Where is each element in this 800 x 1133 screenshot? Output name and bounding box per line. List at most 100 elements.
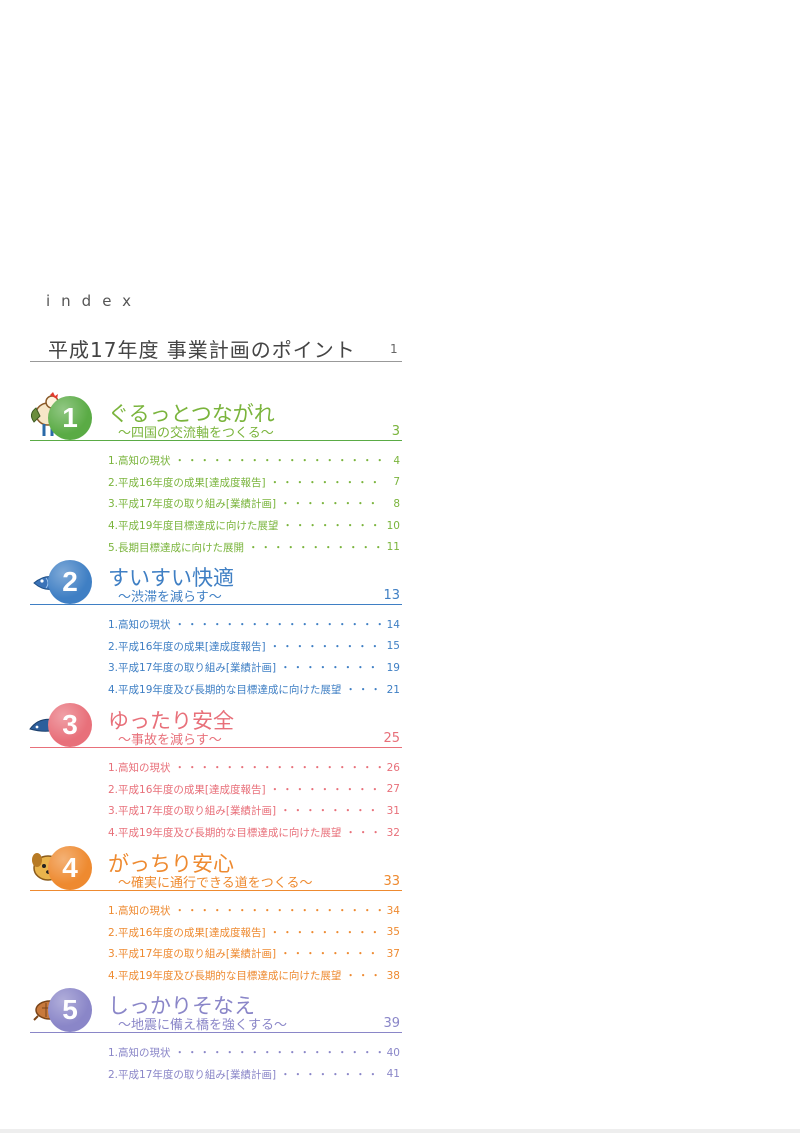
chapter-page-number: 25 [383,731,400,746]
chapter-number-badge: 1 [48,396,92,440]
chapter-page-number: 13 [383,588,400,603]
toc-item[interactable]: 1.高知の現状・・・・・・・・・・・・・・・・・・・・・・・・・・・・・・・・・… [108,757,400,779]
toc-item-page-number: 37 [386,947,400,960]
toc-item-page-number: 32 [386,826,400,839]
toc-item[interactable]: 1.高知の現状・・・・・・・・・・・・・・・・・・・・・・・・・・・・・・・・・… [108,450,400,472]
index-label: index [46,292,143,310]
toc-item-label: 3.平成17年度の取り組み[業績計画] [108,948,277,961]
toc-item[interactable]: 4.平成19年度及び長期的な目標達成に向けた展望・・・・・・・・・・・・・・・・… [108,965,400,987]
chapter-number-badge: 5 [48,988,92,1032]
chapter-number-badge: 3 [48,703,92,747]
toc-item-label: 2.平成16年度の成果[達成度報告] [108,926,266,939]
main-page-number: 1 [390,342,398,356]
toc-item[interactable]: 2.平成17年度の取り組み[業績計画]・・・・・・・・・・・・・・・・・・・・・… [108,1064,400,1086]
toc-item-page-number: 41 [386,1068,400,1081]
toc-item[interactable]: 5.長期目標達成に向けた展開・・・・・・・・・・・・・・・・・・・・・・・・・・… [108,536,400,558]
toc-item[interactable]: 2.平成16年度の成果[達成度報告]・・・・・・・・・・・・・・・・・・・・・・… [108,636,400,658]
chapter-subtitle: 〜確実に通行できる道をつくる〜 [118,876,313,891]
toc-item-label: 1.高知の現状 [108,619,171,632]
chapter-divider [30,440,402,441]
toc-item[interactable]: 4.平成19年度及び長期的な目標達成に向けた展望・・・・・・・・・・・・・・・・… [108,822,400,844]
toc-item-label: 4.平成19年度及び長期的な目標達成に向けた展望 [108,970,342,983]
toc-leader-dots: ・・・・・・・・・・・・・・・・・・・・・・・・・・・・・・・・・・・・・・・・… [345,684,382,697]
chapter-item-list: 1.高知の現状・・・・・・・・・・・・・・・・・・・・・・・・・・・・・・・・・… [108,614,400,700]
toc-item[interactable]: 3.平成17年度の取り組み[業績計画]・・・・・・・・・・・・・・・・・・・・・… [108,657,400,679]
toc-leader-dots: ・・・・・・・・・・・・・・・・・・・・・・・・・・・・・・・・・・・・・・・・… [280,498,382,511]
toc-item-page-number: 31 [386,804,400,817]
toc-leader-dots: ・・・・・・・・・・・・・・・・・・・・・・・・・・・・・・・・・・・・・・・・… [345,827,382,840]
toc-item[interactable]: 2.平成16年度の成果[達成度報告]・・・・・・・・・・・・・・・・・・・・・・… [108,922,400,944]
toc-item-page-number: 26 [386,761,400,774]
toc-item-page-number: 7 [393,476,400,489]
toc-leader-dots: ・・・・・・・・・・・・・・・・・・・・・・・・・・・・・・・・・・・・・・・・… [174,1047,382,1060]
chapter-page-number: 33 [383,874,400,889]
toc-item-label: 4.平成19年度及び長期的な目標達成に向けた展望 [108,684,342,697]
toc-item-label: 4.平成19年度及び長期的な目標達成に向けた展望 [108,827,342,840]
toc-item-page-number: 27 [386,783,400,796]
toc-leader-dots: ・・・・・・・・・・・・・・・・・・・・・・・・・・・・・・・・・・・・・・・・… [174,905,382,918]
toc-item-label: 1.高知の現状 [108,762,171,775]
toc-item[interactable]: 1.高知の現状・・・・・・・・・・・・・・・・・・・・・・・・・・・・・・・・・… [108,900,400,922]
toc-item-label: 2.平成16年度の成果[達成度報告] [108,640,266,653]
toc-item[interactable]: 4.平成19年度及び長期的な目標達成に向けた展望・・・・・・・・・・・・・・・・… [108,679,400,701]
chapter-page-number: 3 [391,424,400,439]
toc-item[interactable]: 1.高知の現状・・・・・・・・・・・・・・・・・・・・・・・・・・・・・・・・・… [108,1042,400,1064]
chapter-item-list: 1.高知の現状・・・・・・・・・・・・・・・・・・・・・・・・・・・・・・・・・… [108,757,400,843]
toc-item-page-number: 4 [393,454,400,467]
toc-leader-dots: ・・・・・・・・・・・・・・・・・・・・・・・・・・・・・・・・・・・・・・・・… [269,926,382,939]
chapter-number-badge: 2 [48,560,92,604]
toc-item-label: 4.平成19年度目標達成に向けた展望 [108,520,279,533]
toc-item-page-number: 14 [386,618,400,631]
chapter-divider [30,604,402,605]
toc-item-label: 5.長期目標達成に向けた展開 [108,541,245,554]
toc-leader-dots: ・・・・・・・・・・・・・・・・・・・・・・・・・・・・・・・・・・・・・・・・… [280,662,382,675]
toc-item-label: 3.平成17年度の取り組み[業績計画] [108,498,277,511]
toc-leader-dots: ・・・・・・・・・・・・・・・・・・・・・・・・・・・・・・・・・・・・・・・・… [269,476,382,489]
toc-leader-dots: ・・・・・・・・・・・・・・・・・・・・・・・・・・・・・・・・・・・・・・・・… [174,762,382,775]
toc-item[interactable]: 4.平成19年度目標達成に向けた展望・・・・・・・・・・・・・・・・・・・・・・… [108,515,400,537]
toc-item[interactable]: 3.平成17年度の取り組み[業績計画]・・・・・・・・・・・・・・・・・・・・・… [108,943,400,965]
chapter-divider [30,1032,402,1033]
chapter-subtitle: 〜事故を減らす〜 [118,733,222,748]
toc-item-label: 1.高知の現状 [108,1047,171,1060]
chapter-subtitle: 〜四国の交流軸をつくる〜 [118,426,274,441]
toc-leader-dots: ・・・・・・・・・・・・・・・・・・・・・・・・・・・・・・・・・・・・・・・・… [269,783,382,796]
chapter-item-list: 1.高知の現状・・・・・・・・・・・・・・・・・・・・・・・・・・・・・・・・・… [108,1042,400,1085]
toc-item-page-number: 19 [386,661,400,674]
chapter-page-number: 39 [383,1016,400,1031]
toc-item-label: 2.平成17年度の取り組み[業績計画] [108,1068,277,1081]
toc-item-page-number: 35 [386,926,400,939]
toc-item[interactable]: 1.高知の現状・・・・・・・・・・・・・・・・・・・・・・・・・・・・・・・・・… [108,614,400,636]
toc-leader-dots: ・・・・・・・・・・・・・・・・・・・・・・・・・・・・・・・・・・・・・・・・… [269,640,382,653]
toc-item-page-number: 40 [386,1046,400,1059]
toc-leader-dots: ・・・・・・・・・・・・・・・・・・・・・・・・・・・・・・・・・・・・・・・・… [345,970,382,983]
toc-item[interactable]: 3.平成17年度の取り組み[業績計画]・・・・・・・・・・・・・・・・・・・・・… [108,493,400,515]
toc-item-page-number: 11 [386,541,400,554]
toc-item[interactable]: 2.平成16年度の成果[達成度報告]・・・・・・・・・・・・・・・・・・・・・・… [108,472,400,494]
toc-item-page-number: 8 [393,497,400,510]
toc-leader-dots: ・・・・・・・・・・・・・・・・・・・・・・・・・・・・・・・・・・・・・・・・… [174,619,382,632]
toc-item-page-number: 15 [386,640,400,653]
toc-item[interactable]: 2.平成16年度の成果[達成度報告]・・・・・・・・・・・・・・・・・・・・・・… [108,779,400,801]
toc-item-label: 2.平成16年度の成果[達成度報告] [108,476,266,489]
page-bottom-edge [0,1129,800,1133]
toc-item-label: 1.高知の現状 [108,455,171,468]
toc-item-label: 2.平成16年度の成果[達成度報告] [108,783,266,796]
chapter-number-badge: 4 [48,846,92,890]
toc-item-page-number: 10 [386,519,400,532]
toc-item-page-number: 34 [386,904,400,917]
toc-item-label: 3.平成17年度の取り組み[業績計画] [108,805,277,818]
main-divider [30,361,402,362]
main-title[interactable]: 平成17年度 事業計画のポイント [48,334,356,363]
toc-leader-dots: ・・・・・・・・・・・・・・・・・・・・・・・・・・・・・・・・・・・・・・・・… [174,455,382,468]
chapter-item-list: 1.高知の現状・・・・・・・・・・・・・・・・・・・・・・・・・・・・・・・・・… [108,450,400,558]
chapter-subtitle: 〜地震に備え橋を強くする〜 [118,1018,288,1033]
toc-leader-dots: ・・・・・・・・・・・・・・・・・・・・・・・・・・・・・・・・・・・・・・・・… [282,520,382,533]
toc-item-label: 1.高知の現状 [108,905,171,918]
toc-item[interactable]: 3.平成17年度の取り組み[業績計画]・・・・・・・・・・・・・・・・・・・・・… [108,800,400,822]
chapter-divider [30,747,402,748]
toc-leader-dots: ・・・・・・・・・・・・・・・・・・・・・・・・・・・・・・・・・・・・・・・・… [280,1068,382,1081]
chapter-subtitle: 〜渋滞を減らす〜 [118,590,222,605]
toc-leader-dots: ・・・・・・・・・・・・・・・・・・・・・・・・・・・・・・・・・・・・・・・・… [248,541,382,554]
toc-item-page-number: 38 [386,969,400,982]
